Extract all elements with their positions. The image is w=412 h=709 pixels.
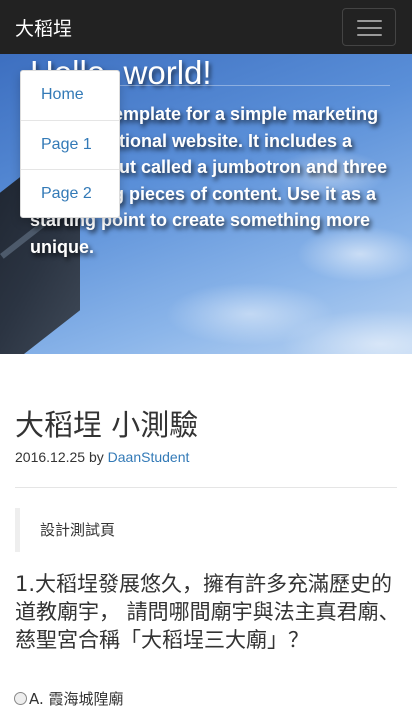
quiz-option-a-label: A. 霞海城隍廟 bbox=[29, 690, 124, 708]
top-navbar: 大稻埕 bbox=[0, 0, 412, 54]
post-author-link[interactable]: DaanStudent bbox=[108, 449, 190, 465]
hamburger-icon-bar bbox=[357, 27, 382, 29]
post-by-label: by bbox=[88, 449, 104, 465]
post-meta: 2016.12.25 by DaanStudent bbox=[15, 449, 189, 465]
divider bbox=[15, 487, 397, 488]
radio-button-icon[interactable] bbox=[14, 692, 27, 705]
nav-item-page-1[interactable]: Page 1 bbox=[21, 120, 119, 168]
nav-item-page-2[interactable]: Page 2 bbox=[21, 169, 119, 217]
quiz-question: 1.大稻埕發展悠久，擁有許多充滿歷史的道教廟宇， 請問哪間廟宇與法主真君廟、慈聖… bbox=[15, 572, 400, 652]
quiz-option-a[interactable]: A. 霞海城隍廟 bbox=[14, 688, 124, 709]
post-title: 大稻埕 小測驗 bbox=[15, 408, 199, 442]
nav-item-home[interactable]: Home bbox=[21, 71, 119, 119]
nav-dropdown-menu: Home Page 1 Page 2 bbox=[20, 70, 120, 218]
post-date: 2016.12.25 bbox=[15, 449, 86, 465]
navbar-brand[interactable]: 大稻埕 bbox=[15, 14, 72, 41]
hamburger-icon-bar bbox=[357, 34, 382, 36]
hamburger-icon bbox=[357, 20, 382, 22]
navbar-toggle-button[interactable] bbox=[342, 8, 396, 46]
blockquote: 設計測試頁 bbox=[15, 508, 397, 552]
